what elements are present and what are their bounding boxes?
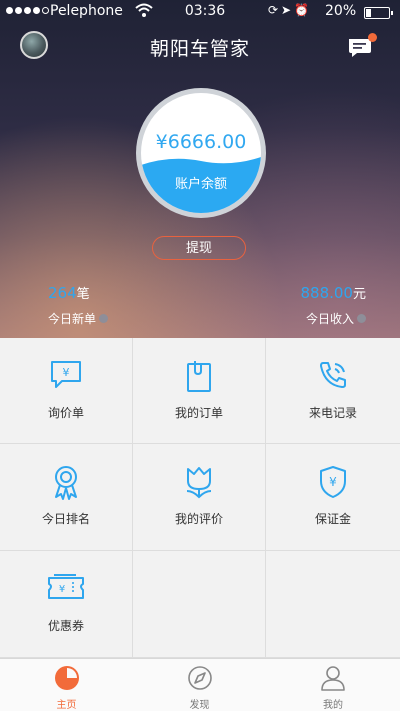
- grid-item-label: 我的评价: [174, 512, 223, 526]
- new-orders-unit: 笔: [76, 287, 90, 302]
- grid-item-price-inquiry[interactable]: ¥ 询价单: [0, 338, 133, 444]
- income-stat[interactable]: 888.00元 今日收入: [300, 283, 366, 327]
- grid-item-my-orders[interactable]: 我的订单: [133, 338, 266, 444]
- order-clip-icon: [187, 361, 211, 392]
- wifi-icon: [135, 3, 153, 17]
- status-bar: Pelephone 03:36 ⟳➤⏰ 20%: [0, 0, 400, 24]
- tab-label: 发现: [189, 700, 210, 711]
- user-icon: [321, 666, 345, 691]
- grid-item-coupons[interactable]: ¥ 优惠券: [0, 551, 133, 658]
- header-hero: Pelephone 03:36 ⟳➤⏰ 20% 朝阳车管家 ¥6666.00 账…: [0, 0, 400, 338]
- income-unit: 元: [352, 287, 366, 302]
- new-orders-count: 264: [48, 284, 77, 302]
- grid-item-label: 来电记录: [308, 406, 357, 420]
- svg-text:¥: ¥: [329, 475, 337, 489]
- clock: 03:36: [184, 3, 226, 19]
- new-orders-label: 今日新单: [48, 312, 97, 326]
- grid-item-my-reviews[interactable]: 我的评价: [133, 444, 266, 551]
- ranking-medal-icon: [55, 466, 77, 500]
- shield-yen-icon: ¥: [320, 466, 346, 498]
- grid-empty-cell: [133, 551, 266, 658]
- balance-amount: ¥6666.00: [155, 131, 247, 153]
- balance-wave: [141, 157, 261, 213]
- withdraw-button[interactable]: 提现: [152, 236, 246, 260]
- feature-grid: ¥ 询价单 我的订单 来电记录 今日排名 我的评价 ¥ 保证金 ¥ 优惠券: [0, 338, 400, 658]
- tab-bar: 主页 发现 我的: [0, 658, 400, 711]
- grid-item-deposit[interactable]: ¥ 保证金: [266, 444, 400, 551]
- coupon-icon: ¥: [48, 574, 84, 599]
- grid-empty-cell: [266, 551, 400, 658]
- battery-percent: 20%: [325, 3, 357, 19]
- info-icon: [99, 314, 109, 323]
- balance-gauge[interactable]: ¥6666.00 账户余额: [141, 93, 261, 213]
- carrier-name: Pelephone: [50, 3, 123, 19]
- message-badge: [368, 33, 377, 42]
- tab-label: 主页: [56, 700, 77, 711]
- signal-strength-icon: [6, 7, 49, 14]
- income-label: 今日收入: [305, 312, 354, 326]
- price-inquiry-icon: ¥: [51, 361, 81, 388]
- balance-label: 账户余额: [174, 177, 227, 192]
- svg-text:¥: ¥: [59, 584, 65, 595]
- home-pie-icon: [54, 666, 79, 690]
- tab-profile[interactable]: 我的: [266, 659, 400, 711]
- info-icon: [357, 314, 366, 323]
- tab-label: 我的: [323, 700, 343, 711]
- compass-icon: [187, 666, 212, 690]
- system-status-icons: ⟳➤⏰: [268, 3, 313, 17]
- grid-item-label: 询价单: [47, 406, 84, 420]
- battery-icon: [364, 7, 393, 19]
- grid-item-label: 今日排名: [41, 512, 90, 526]
- grid-item-label: 保证金: [314, 512, 351, 526]
- tulip-icon: [186, 467, 212, 499]
- tab-discover[interactable]: 发现: [133, 659, 266, 711]
- new-orders-stat[interactable]: 264笔 今日新单: [48, 283, 109, 327]
- tab-home[interactable]: 主页: [0, 659, 133, 711]
- svg-text:¥: ¥: [63, 366, 70, 379]
- grid-item-label: 优惠券: [47, 619, 84, 633]
- page-title: 朝阳车管家: [149, 38, 250, 60]
- grid-item-daily-ranking[interactable]: 今日排名: [0, 444, 133, 551]
- phone-call-icon: [320, 362, 346, 388]
- income-amount: 888.00: [300, 284, 353, 302]
- grid-item-label: 我的订单: [174, 406, 223, 420]
- grid-item-call-log[interactable]: 来电记录: [266, 338, 400, 444]
